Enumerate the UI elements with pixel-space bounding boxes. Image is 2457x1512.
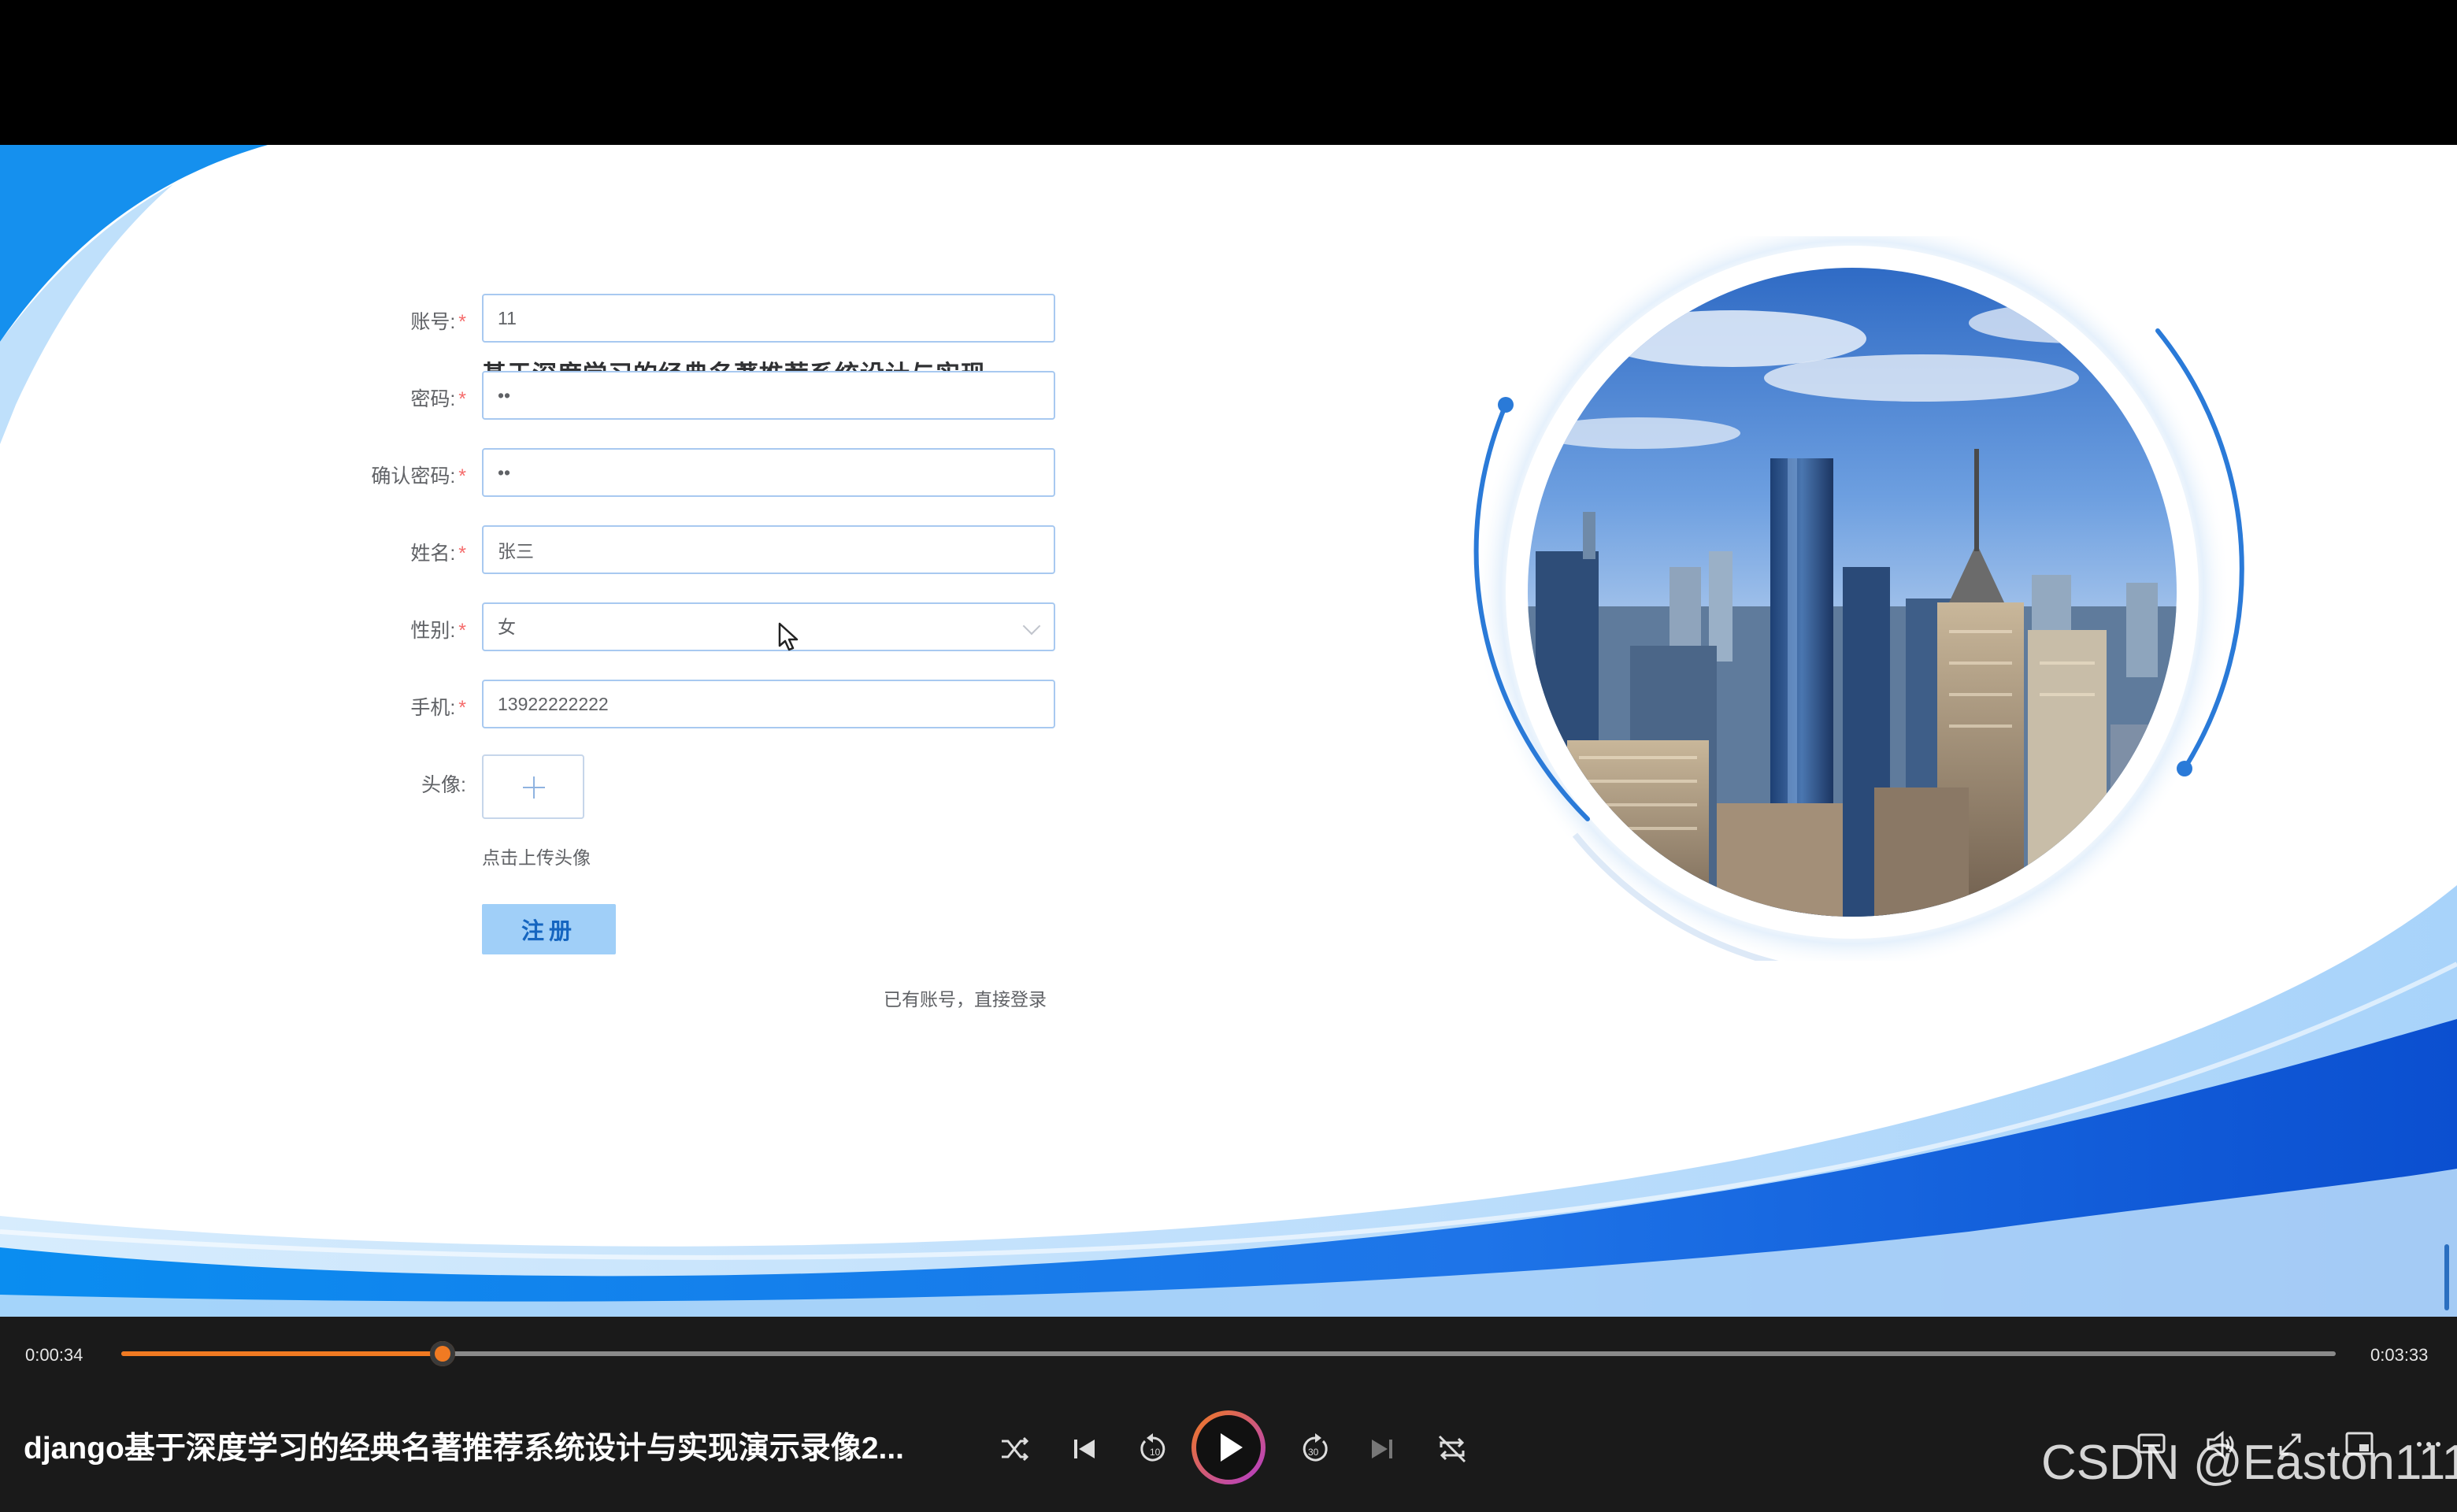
previous-button[interactable] bbox=[1063, 1429, 1104, 1469]
forward-30-icon: 30 bbox=[1303, 1433, 1328, 1462]
progress-thumb[interactable] bbox=[429, 1341, 455, 1366]
mouse-cursor-icon bbox=[778, 622, 799, 651]
name-input[interactable] bbox=[482, 525, 1055, 574]
shuffle-button[interactable] bbox=[994, 1429, 1035, 1469]
account-row: 账号: * bbox=[0, 294, 1102, 346]
confirm-password-row: 确认密码: * bbox=[0, 448, 1102, 500]
next-icon bbox=[1372, 1440, 1392, 1458]
repeat-off-icon bbox=[1438, 1435, 1466, 1463]
register-button[interactable]: 注册 bbox=[482, 904, 616, 954]
account-label: 账号: * bbox=[410, 311, 466, 333]
phone-input[interactable] bbox=[482, 680, 1055, 728]
avatar-upload-button[interactable] bbox=[482, 754, 584, 819]
rewind-10-button[interactable]: 10 bbox=[1132, 1429, 1173, 1469]
svg-text:30: 30 bbox=[1308, 1447, 1319, 1458]
password-input[interactable] bbox=[482, 371, 1055, 420]
name-row: 姓名: * bbox=[0, 525, 1102, 577]
city-image bbox=[1473, 214, 2244, 978]
rewind-10-icon: 10 bbox=[1140, 1433, 1166, 1462]
gender-row: 性别: * 女 bbox=[0, 602, 1102, 654]
account-input[interactable] bbox=[482, 294, 1055, 343]
gender-select[interactable]: 女 bbox=[482, 602, 1055, 651]
gender-value: 女 bbox=[498, 617, 516, 637]
repeat-button[interactable] bbox=[1432, 1429, 1473, 1469]
play-button[interactable] bbox=[1191, 1410, 1266, 1485]
city-illustration bbox=[1433, 214, 2252, 978]
scroll-indicator[interactable] bbox=[2444, 1244, 2449, 1310]
svg-text:10: 10 bbox=[1150, 1447, 1161, 1458]
phone-label: 手机: * bbox=[410, 697, 466, 719]
video-title: django基于深度学习的经典名著推荐系统设计与实现演示录像2... bbox=[24, 1432, 905, 1466]
current-time: 0:00:34 bbox=[25, 1345, 83, 1365]
shuffle-icon bbox=[1002, 1436, 1029, 1462]
plus-icon-vertical bbox=[533, 776, 535, 799]
name-label: 姓名: * bbox=[410, 543, 466, 565]
phone-row: 手机: * bbox=[0, 680, 1102, 732]
watermark: CSDN @Easton111 bbox=[2041, 1436, 2457, 1490]
avatar-label: 头像: bbox=[421, 774, 466, 796]
progress-slider[interactable] bbox=[121, 1341, 2336, 1366]
forward-30-button[interactable]: 30 bbox=[1295, 1429, 1336, 1469]
progress-fill bbox=[121, 1351, 443, 1356]
password-label: 密码: * bbox=[410, 388, 466, 410]
previous-icon bbox=[1074, 1440, 1095, 1458]
gender-label: 性别: * bbox=[410, 620, 466, 642]
total-time: 0:03:33 bbox=[2370, 1345, 2429, 1365]
upload-hint: 点击上传头像 bbox=[482, 847, 591, 868]
login-link[interactable]: 已有账号，直接登录 bbox=[884, 984, 1047, 1011]
next-button[interactable] bbox=[1362, 1429, 1403, 1469]
password-row: 密码: * bbox=[0, 371, 1102, 423]
confirm-password-label: 确认密码: * bbox=[371, 465, 466, 487]
confirm-password-input[interactable] bbox=[482, 448, 1055, 497]
